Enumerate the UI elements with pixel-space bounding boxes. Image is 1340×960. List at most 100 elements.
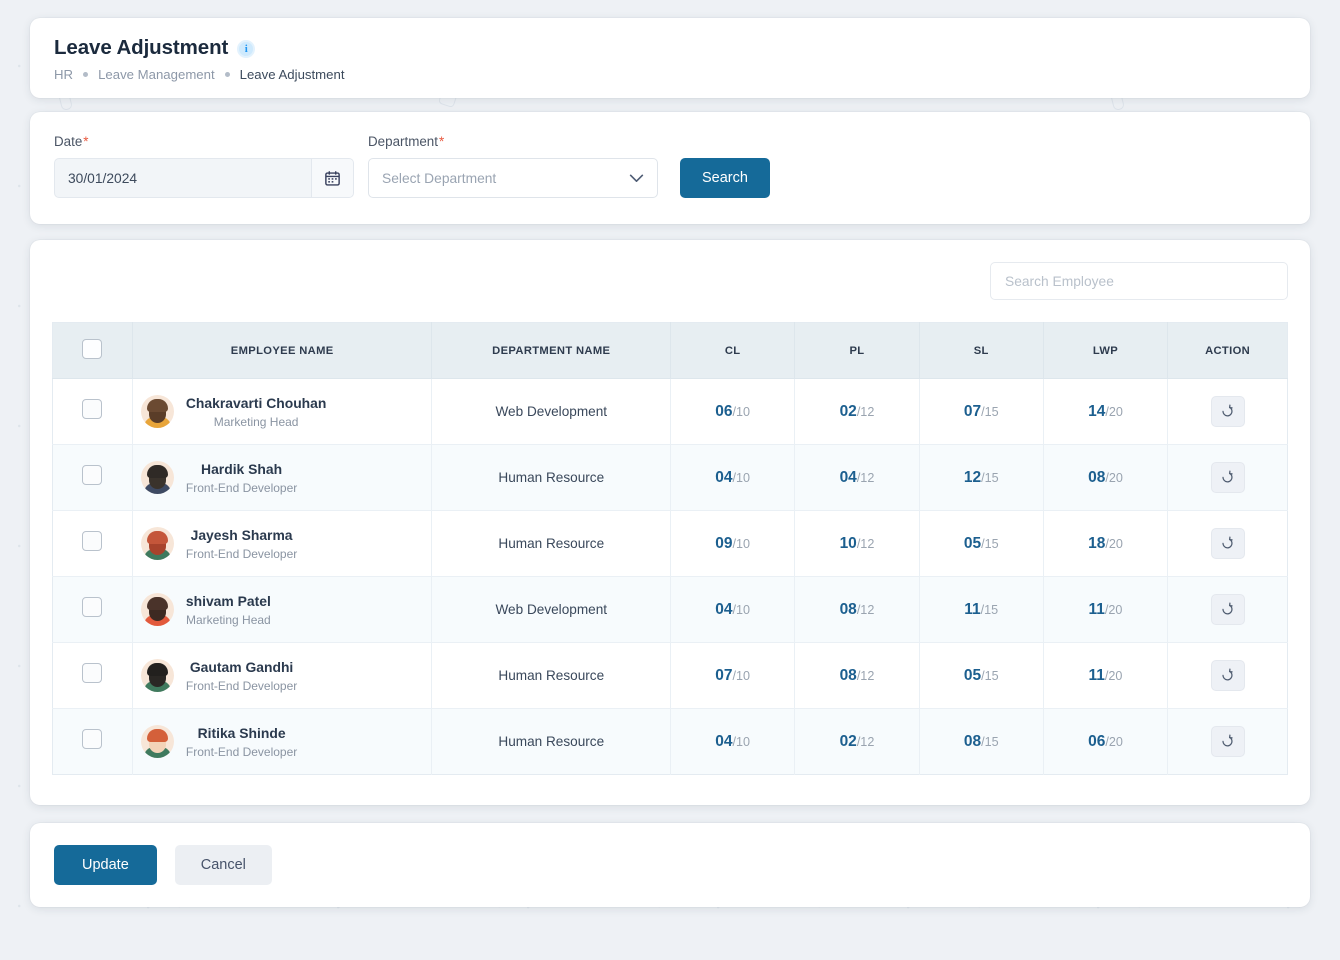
sl-total: /15 bbox=[981, 405, 999, 419]
cell-department: Human Resource bbox=[432, 511, 671, 577]
employee-name: shivam Patel bbox=[186, 593, 271, 609]
cell-employee: Jayesh Sharma Front-End Developer bbox=[132, 511, 432, 577]
lwp-value: 14/20 bbox=[1088, 403, 1123, 420]
cell-employee: Chakravarti Chouhan Marketing Head bbox=[132, 379, 432, 445]
column-department-name: DEPARTMENT NAME bbox=[432, 323, 671, 379]
column-pl: PL bbox=[795, 323, 919, 379]
row-checkbox[interactable] bbox=[82, 597, 102, 617]
cell-action bbox=[1168, 379, 1288, 445]
column-action: ACTION bbox=[1168, 323, 1288, 379]
cl-value: 07/10 bbox=[715, 667, 750, 684]
avatar bbox=[141, 593, 174, 626]
update-button[interactable]: Update bbox=[54, 845, 157, 885]
row-checkbox[interactable] bbox=[82, 531, 102, 551]
department-name: Human Resource bbox=[498, 668, 604, 683]
reset-icon[interactable] bbox=[1211, 462, 1245, 493]
avatar bbox=[141, 659, 174, 692]
cl-value: 04/10 bbox=[715, 601, 750, 618]
department-select[interactable]: Select Department bbox=[368, 158, 658, 198]
sl-value: 05/15 bbox=[964, 667, 999, 684]
cell-cl: 04/10 bbox=[671, 445, 795, 511]
reset-icon[interactable] bbox=[1211, 528, 1245, 559]
cell-lwp: 11/20 bbox=[1043, 577, 1167, 643]
reset-icon[interactable] bbox=[1211, 594, 1245, 625]
lwp-total: /20 bbox=[1105, 471, 1123, 485]
info-icon[interactable]: i bbox=[237, 40, 255, 58]
pl-value: 04/12 bbox=[840, 469, 875, 486]
date-label: Date* bbox=[54, 134, 354, 149]
row-checkbox[interactable] bbox=[82, 465, 102, 485]
lwp-value: 11/20 bbox=[1089, 601, 1123, 618]
cl-total: /10 bbox=[733, 537, 751, 551]
employee-text: Ritika Shinde Front-End Developer bbox=[186, 725, 297, 759]
cell-employee: Ritika Shinde Front-End Developer bbox=[132, 709, 432, 775]
sl-value: 12/15 bbox=[964, 469, 999, 486]
reset-icon[interactable] bbox=[1211, 660, 1245, 691]
cell-action bbox=[1168, 577, 1288, 643]
department-required-marker: * bbox=[439, 134, 444, 149]
cl-value: 04/10 bbox=[715, 469, 750, 486]
cell-select bbox=[53, 577, 133, 643]
row-checkbox[interactable] bbox=[82, 399, 102, 419]
table-row: Jayesh Sharma Front-End Developer Human … bbox=[53, 511, 1288, 577]
pl-total: /12 bbox=[857, 471, 875, 485]
select-all-checkbox[interactable] bbox=[82, 339, 102, 359]
cl-value: 04/10 bbox=[715, 733, 750, 750]
cell-cl: 06/10 bbox=[671, 379, 795, 445]
breadcrumb-item-hr[interactable]: HR bbox=[54, 67, 73, 82]
cl-total: /10 bbox=[733, 669, 751, 683]
sl-total: /15 bbox=[981, 603, 999, 617]
reset-icon[interactable] bbox=[1211, 396, 1245, 427]
cell-pl: 04/12 bbox=[795, 445, 919, 511]
department-name: Human Resource bbox=[498, 470, 604, 485]
date-input[interactable] bbox=[55, 171, 311, 186]
column-employee-name: EMPLOYEE NAME bbox=[132, 323, 432, 379]
cell-department: Human Resource bbox=[432, 445, 671, 511]
row-checkbox[interactable] bbox=[82, 729, 102, 749]
employee-role: Front-End Developer bbox=[186, 481, 297, 495]
avatar bbox=[141, 725, 174, 758]
cell-employee: shivam Patel Marketing Head bbox=[132, 577, 432, 643]
employee-role: Front-End Developer bbox=[186, 547, 297, 561]
form-actions-card: Update Cancel bbox=[30, 823, 1310, 907]
cell-action bbox=[1168, 445, 1288, 511]
pl-value: 10/12 bbox=[840, 535, 875, 552]
sl-total: /15 bbox=[981, 537, 999, 551]
cancel-button[interactable]: Cancel bbox=[175, 845, 272, 885]
reset-icon[interactable] bbox=[1211, 726, 1245, 757]
page-header-card: Leave Adjustment i HR Leave Management L… bbox=[30, 18, 1310, 98]
sl-total: /15 bbox=[981, 735, 999, 749]
chevron-down-icon bbox=[629, 171, 644, 186]
breadcrumb-separator-icon bbox=[83, 72, 88, 77]
leave-adjustment-table: EMPLOYEE NAME DEPARTMENT NAME CL PL SL L… bbox=[52, 322, 1288, 775]
cell-cl: 09/10 bbox=[671, 511, 795, 577]
breadcrumb-item-leave-management[interactable]: Leave Management bbox=[98, 67, 215, 82]
employee-table-card: EMPLOYEE NAME DEPARTMENT NAME CL PL SL L… bbox=[30, 240, 1310, 805]
department-name: Human Resource bbox=[498, 734, 604, 749]
employee-text: shivam Patel Marketing Head bbox=[186, 593, 271, 627]
date-input-wrapper[interactable] bbox=[54, 158, 354, 198]
row-checkbox[interactable] bbox=[82, 663, 102, 683]
lwp-value: 18/20 bbox=[1088, 535, 1123, 552]
cell-pl: 02/12 bbox=[795, 379, 919, 445]
column-cl: CL bbox=[671, 323, 795, 379]
employee-name: Ritika Shinde bbox=[198, 725, 286, 741]
department-name: Web Development bbox=[495, 404, 607, 419]
search-button[interactable]: Search bbox=[680, 158, 770, 198]
employee-text: Hardik Shah Front-End Developer bbox=[186, 461, 297, 495]
employee-text: Chakravarti Chouhan Marketing Head bbox=[186, 395, 326, 429]
avatar bbox=[141, 461, 174, 494]
cell-select bbox=[53, 445, 133, 511]
calendar-icon[interactable] bbox=[311, 159, 353, 197]
cell-lwp: 06/20 bbox=[1043, 709, 1167, 775]
cell-department: Web Development bbox=[432, 577, 671, 643]
employee-name: Gautam Gandhi bbox=[190, 659, 293, 675]
cell-select bbox=[53, 511, 133, 577]
search-employee-input[interactable] bbox=[990, 262, 1288, 300]
cell-sl: 08/15 bbox=[919, 709, 1043, 775]
filter-card: Date* bbox=[30, 112, 1310, 224]
cell-lwp: 14/20 bbox=[1043, 379, 1167, 445]
cell-sl: 12/15 bbox=[919, 445, 1043, 511]
breadcrumb-separator-icon bbox=[225, 72, 230, 77]
date-field-group: Date* bbox=[54, 134, 354, 198]
